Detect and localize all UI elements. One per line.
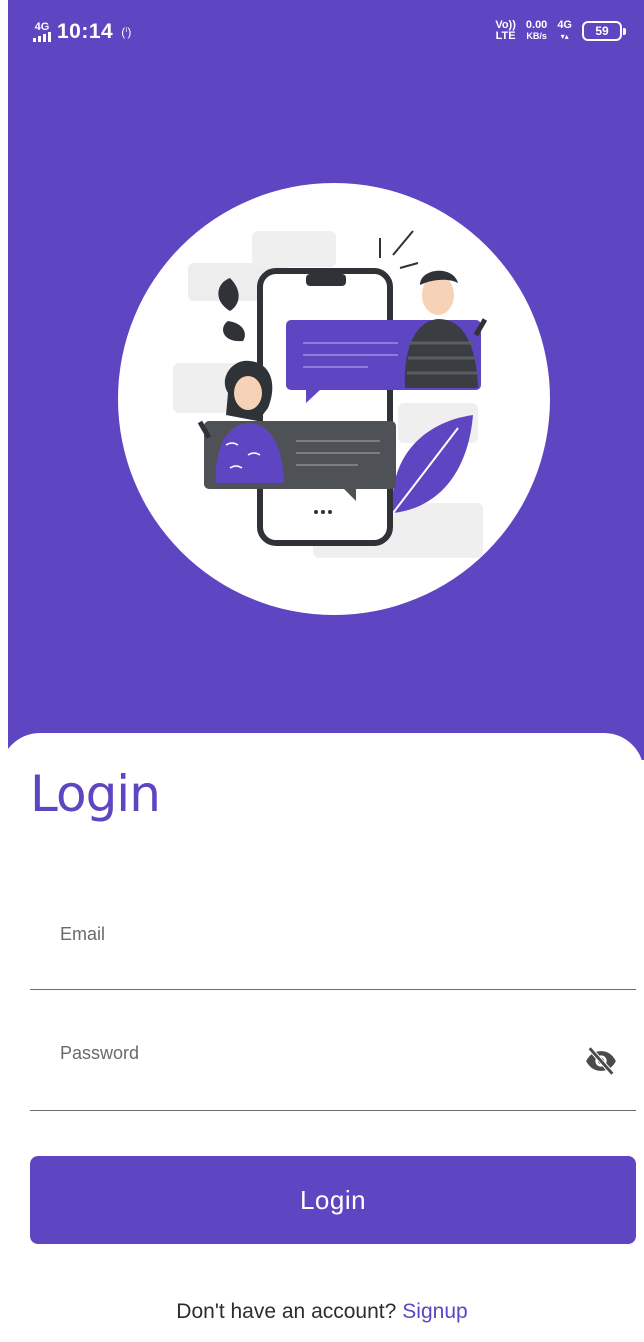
- signal-bars-icon: [33, 32, 51, 42]
- password-field[interactable]: Password: [30, 1028, 636, 1111]
- email-placeholder: Email: [60, 924, 106, 944]
- status-right: Vo)) LTE 0.00 KB/s 4G ▾▴ 59: [495, 19, 626, 42]
- clock: 10:14: [57, 20, 114, 43]
- login-button[interactable]: Login: [30, 1156, 636, 1244]
- battery-level: 59: [595, 24, 609, 38]
- network-type-left: 4G: [34, 21, 50, 33]
- signup-link[interactable]: Signup: [402, 1300, 467, 1323]
- status-left: 4G 10:14 (ⁱ): [33, 20, 131, 44]
- chat-illustration: [173, 230, 488, 558]
- battery-icon: 59: [582, 21, 626, 41]
- network-type-right: 4G ▾▴: [557, 19, 572, 42]
- data-speed: 0.00 KB/s: [525, 19, 548, 42]
- hotspot-icon: (ⁱ): [121, 25, 132, 39]
- page-title: Login: [30, 765, 161, 823]
- volte-indicator: Vo)) LTE: [495, 19, 516, 42]
- signal-indicator: 4G: [33, 22, 51, 42]
- eye-off-icon[interactable]: [584, 1044, 618, 1078]
- signup-prompt-text: Don't have an account?: [176, 1300, 397, 1323]
- email-field[interactable]: Email: [30, 905, 636, 990]
- password-placeholder: Password: [60, 1043, 140, 1063]
- status-bar: 4G 10:14 (ⁱ) Vo)) LTE 0.00 KB/s 4G ▾▴ 59: [8, 0, 644, 62]
- signup-prompt: Don't have an account? Signup: [0, 1300, 644, 1324]
